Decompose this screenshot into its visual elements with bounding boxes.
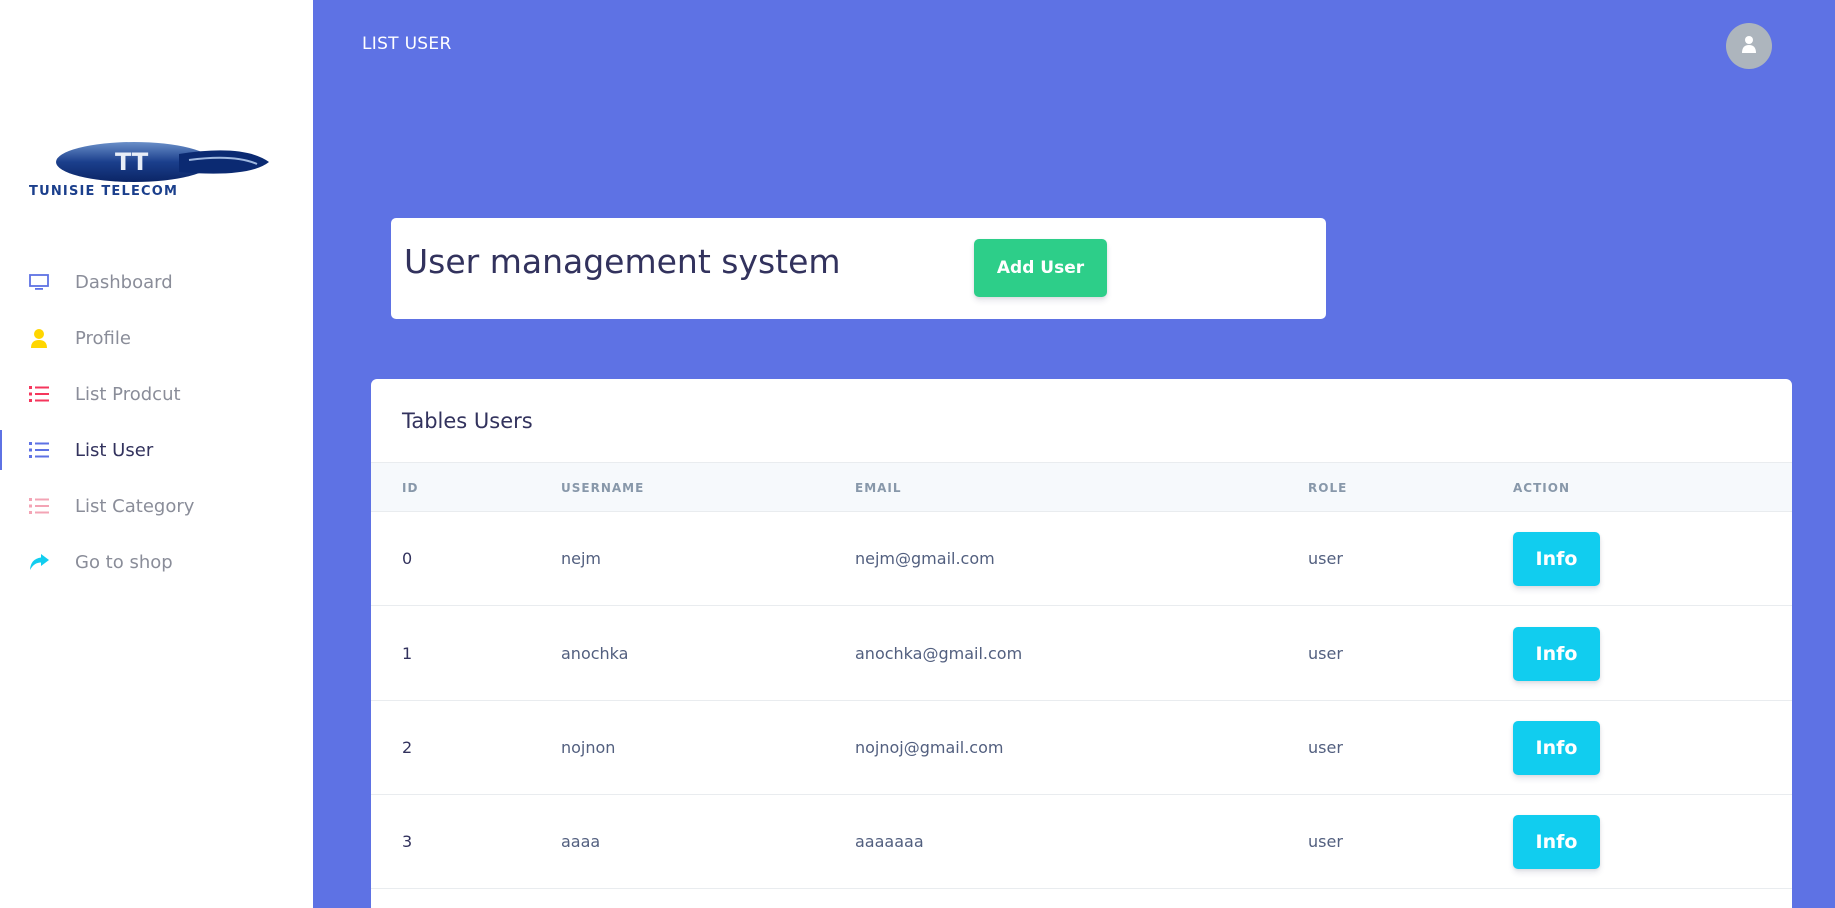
list-icon [29,496,49,516]
column-header-action: ACTION [1513,481,1570,495]
sidebar-item-go-to-shop[interactable]: Go to shop [0,534,313,590]
cell-username: nojnon [561,738,616,757]
table-row: 0 nejm nejm@gmail.com user Info [371,512,1792,606]
sidebar-item-list-user[interactable]: List User [0,422,313,478]
sidebar: TT TUNISIE TELECOM Dashboard Profile Lis… [0,0,313,908]
cell-id: 3 [402,832,413,851]
sidebar-item-label: Dashboard [75,271,173,293]
cell-role: user [1308,644,1343,663]
list-icon [29,440,49,460]
sidebar-item-profile[interactable]: Profile [0,310,313,366]
header-card: User management system Add User [391,218,1326,319]
add-user-button[interactable]: Add User [974,239,1107,297]
monitor-icon [29,272,49,292]
user-avatar[interactable] [1726,23,1772,69]
sidebar-item-label: List Prodcut [75,383,181,405]
sidebar-item-label: Profile [75,327,131,349]
main-content: LIST USER User management system Add Use… [313,0,1835,908]
logo-text: TUNISIE TELECOM [29,184,178,199]
list-icon [29,384,49,404]
info-button[interactable]: Info [1513,815,1600,869]
sidebar-item-label: Go to shop [75,551,173,573]
users-table-card: Tables Users ID USERNAME EMAIL ROLE ACTI… [371,379,1792,908]
table-row: 1 anochka anochka@gmail.com user Info [371,607,1792,701]
table-row: 2 nojnon nojnoj@gmail.com user Info [371,701,1792,795]
cell-email: aaaaaaa [855,832,924,851]
cell-id: 1 [402,644,413,663]
cell-username: aaaa [561,832,601,851]
tunisie-telecom-logo[interactable]: TT TUNISIE TELECOM [29,140,284,200]
sidebar-nav: Dashboard Profile List Prodcut List User… [0,254,313,590]
cell-email: anochka@gmail.com [855,644,1023,663]
table-row: 3 aaaa aaaaaaa user Info [371,795,1792,889]
info-button[interactable]: Info [1513,721,1600,775]
svg-text:TT: TT [115,148,149,176]
sidebar-item-list-category[interactable]: List Category [0,478,313,534]
table-title: Tables Users [402,409,533,433]
info-button[interactable]: Info [1513,532,1600,586]
sidebar-item-list-product[interactable]: List Prodcut [0,366,313,422]
column-header-username: USERNAME [561,481,645,495]
cell-role: user [1308,738,1343,757]
cell-id: 2 [402,738,413,757]
cell-role: user [1308,549,1343,568]
cell-role: user [1308,832,1343,851]
column-header-id: ID [402,481,419,495]
cell-username: nejm [561,549,602,568]
info-button[interactable]: Info [1513,627,1600,681]
sidebar-item-label: List Category [75,495,195,517]
sidebar-item-dashboard[interactable]: Dashboard [0,254,313,310]
user-avatar-icon [1740,35,1758,57]
cell-email: nojnoj@gmail.com [855,738,1004,757]
cell-email: nejm@gmail.com [855,549,995,568]
table-header: ID USERNAME EMAIL ROLE ACTION [371,462,1792,512]
cell-username: anochka [561,644,629,663]
sidebar-item-label: List User [75,439,154,461]
column-header-email: EMAIL [855,481,902,495]
user-icon [29,328,49,348]
system-title: User management system [404,242,841,281]
cell-id: 0 [402,549,413,568]
page-title[interactable]: LIST USER [362,34,452,54]
share-arrow-icon [29,552,49,572]
column-header-role: ROLE [1308,481,1348,495]
